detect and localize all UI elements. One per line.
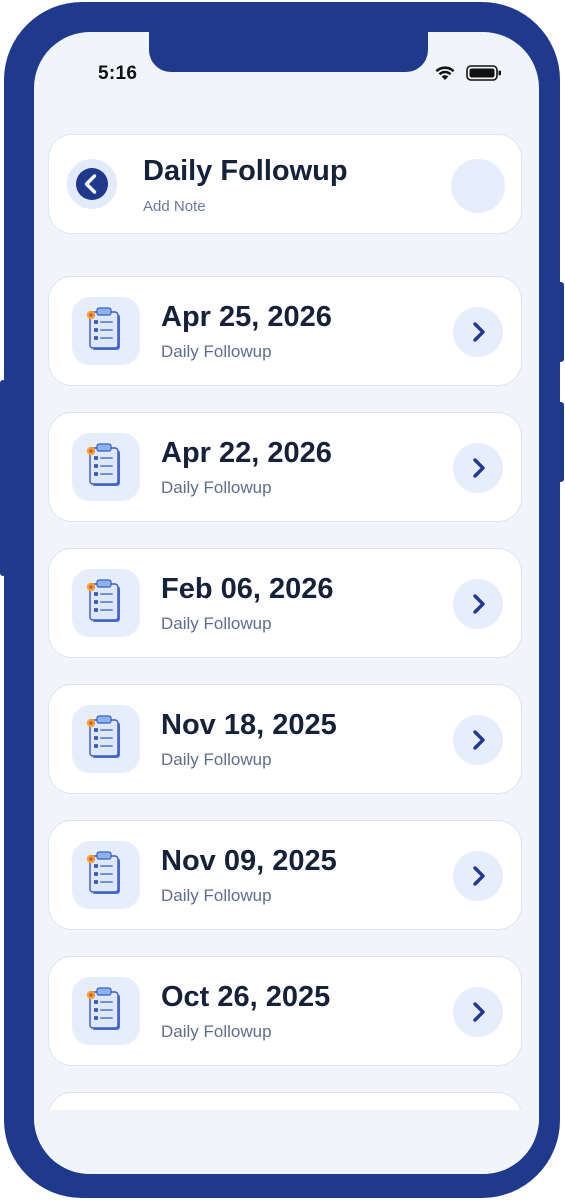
status-time: 5:16 [98,63,138,84]
entry-label: Daily Followup [161,478,272,497]
side-button-right-lower [556,402,564,482]
open-entry-button[interactable] [453,579,503,629]
add-note-link[interactable]: Add Note [143,198,206,215]
followup-entry[interactable]: Nov 09, 2025 Daily Followup [48,820,522,930]
doc-tile [72,433,140,501]
side-button-right-upper [556,282,564,362]
chevron-right-icon [473,866,485,886]
doc-tile [72,841,140,909]
entry-date: Nov 18, 2025 [161,709,337,741]
chevron-right-icon [473,594,485,614]
clipboard-icon [86,443,120,486]
entry-label: Daily Followup [161,750,272,769]
entry-date: Oct 26, 2025 [161,981,331,1013]
bottom-area [34,1110,539,1174]
back-button[interactable] [67,159,117,209]
doc-tile [72,297,140,365]
followup-entry[interactable]: Feb 06, 2026 Daily Followup [48,548,522,658]
chevron-right-icon [473,458,485,478]
clipboard-icon [86,987,120,1030]
open-entry-button[interactable] [453,851,503,901]
entry-label: Daily Followup [161,342,272,361]
side-button-left [0,380,6,576]
wifi-icon [435,66,455,80]
header-action-button[interactable] [451,159,505,213]
header-card: Daily Followup Add Note [48,134,522,234]
entry-date: Nov 09, 2025 [161,845,337,877]
clipboard-icon [86,579,120,622]
doc-tile [72,977,140,1045]
entry-date: Apr 22, 2026 [161,437,332,469]
followup-entry[interactable]: Apr 22, 2026 Daily Followup [48,412,522,522]
page-title: Daily Followup [143,155,348,187]
open-entry-button[interactable] [453,715,503,765]
battery-icon [466,65,501,81]
clipboard-icon [86,307,120,350]
clipboard-icon [86,851,120,894]
open-entry-button[interactable] [453,443,503,493]
entry-label: Daily Followup [161,614,272,633]
open-entry-button[interactable] [453,307,503,357]
entry-label: Daily Followup [161,1022,272,1041]
followup-entry[interactable]: Oct 26, 2025 Daily Followup [48,956,522,1066]
chevron-right-icon [473,322,485,342]
device-notch [149,32,428,72]
doc-tile [72,705,140,773]
entry-date: Feb 06, 2026 [161,573,334,605]
entry-label: Daily Followup [161,886,272,905]
device-frame: 5:16 Daily Followup Add Note Apr 25, 202… [4,2,560,1198]
followup-entry[interactable]: Apr 25, 2026 Daily Followup [48,276,522,386]
followup-entry[interactable]: Nov 18, 2025 Daily Followup [48,684,522,794]
entry-date: Apr 25, 2026 [161,301,332,333]
app-screen: 5:16 Daily Followup Add Note Apr 25, 202… [34,32,539,1174]
chevron-right-icon [473,730,485,750]
doc-tile [72,569,140,637]
chevron-left-icon [84,174,97,194]
open-entry-button[interactable] [453,987,503,1037]
chevron-right-icon [473,1002,485,1022]
clipboard-icon [86,715,120,758]
